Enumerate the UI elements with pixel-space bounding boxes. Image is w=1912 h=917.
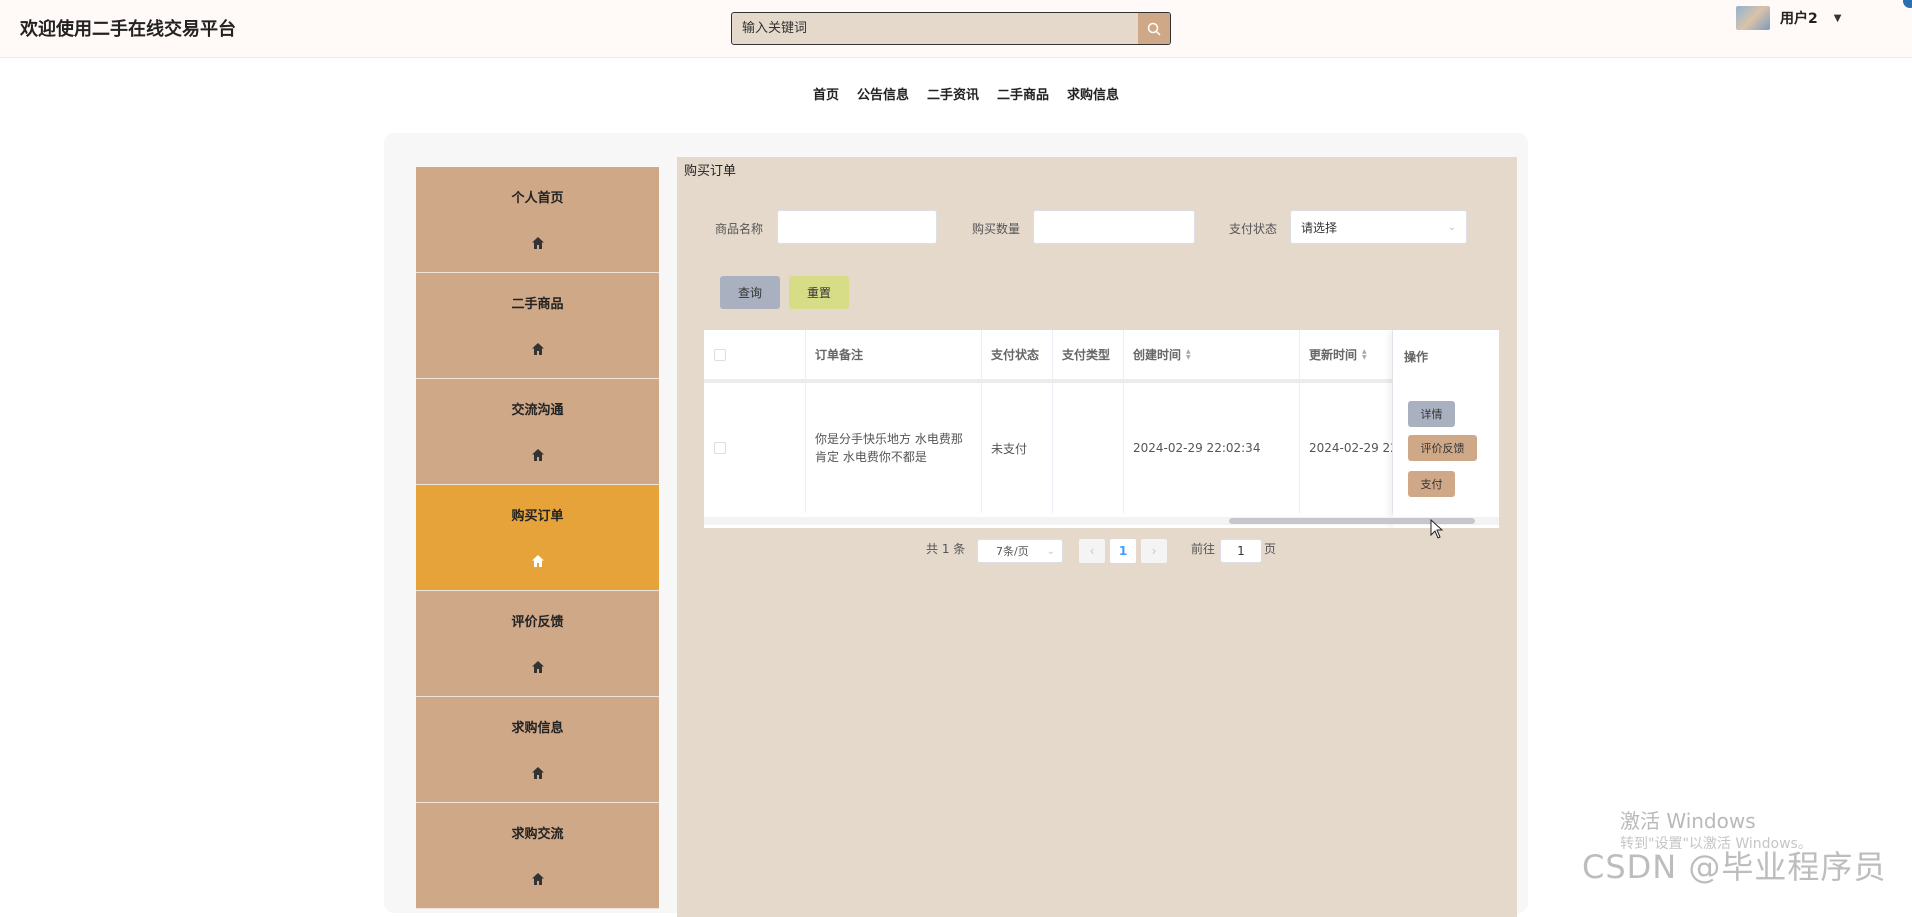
- blank-cell: [754, 383, 806, 513]
- table-row: 你是分手快乐地方 水电费那肯定 水电费你不都是 未支付 2024-02-29 2…: [704, 383, 1499, 513]
- pagination-total: 共 1 条: [926, 542, 966, 556]
- avatar[interactable]: [1736, 6, 1770, 30]
- search-icon: [1147, 22, 1161, 36]
- user-name[interactable]: 用户2: [1780, 8, 1818, 28]
- search-input[interactable]: [732, 13, 1140, 44]
- reset-button[interactable]: 重置: [789, 276, 849, 309]
- home-icon: [531, 237, 544, 249]
- col-created-label: 创建时间: [1133, 348, 1182, 362]
- nav-home[interactable]: 首页: [813, 84, 839, 103]
- cell-pay-type: [1053, 383, 1124, 513]
- sidebar-item-label: 求购信息: [511, 721, 564, 736]
- orders-table: 订单备注 支付状态 支付类型 创建时间 ▲ ▼ 更新时间 ▲ ▼ 你是分手快乐地方 …: [704, 330, 1499, 528]
- pay-button[interactable]: 支付: [1408, 471, 1455, 497]
- sidebar-item-label: 求购交流: [511, 827, 564, 842]
- sidebar: 个人首页 二手商品 交流沟通 购买订单 评价反馈 求购信息 求购交流: [416, 167, 659, 909]
- home-icon: [531, 449, 544, 461]
- sidebar-item-feedback[interactable]: 评价反馈: [416, 591, 659, 697]
- pay-status-label: 支付状态: [1229, 222, 1278, 236]
- site-title: 欢迎使用二手在线交易平台: [20, 19, 236, 40]
- nav-goods[interactable]: 二手商品: [997, 84, 1049, 103]
- sort-icon[interactable]: ▲ ▼: [1186, 348, 1191, 361]
- page-suffix: 页: [1264, 542, 1277, 556]
- pay-status-value: 请选择: [1301, 220, 1338, 235]
- table-header-row: 订单备注 支付状态 支付类型 创建时间 ▲ ▼ 更新时间 ▲ ▼: [704, 330, 1499, 383]
- sidebar-item-communication[interactable]: 交流沟通: [416, 379, 659, 485]
- product-name-input[interactable]: [777, 210, 937, 244]
- home-icon: [531, 343, 544, 355]
- col-note: 订单备注: [806, 330, 982, 379]
- sidebar-item-purchase-orders[interactable]: 购买订单: [416, 485, 659, 591]
- sidebar-item-label: 个人首页: [511, 191, 564, 206]
- sidebar-item-second-hand-goods[interactable]: 二手商品: [416, 273, 659, 379]
- blank-header-cell: [754, 330, 806, 379]
- product-name-label: 商品名称: [715, 222, 764, 236]
- home-icon: [531, 873, 544, 885]
- cell-note: 你是分手快乐地方 水电费那肯定 水电费你不都是: [806, 383, 982, 513]
- sidebar-item-wanted-chat[interactable]: 求购交流: [416, 803, 659, 909]
- col-pay-status: 支付状态: [982, 330, 1053, 379]
- mouse-cursor-icon: [1430, 519, 1444, 539]
- goto-page-input[interactable]: 1: [1220, 539, 1262, 563]
- content-panel: 购买订单 商品名称 购买数量 支付状态 请选择 ⌄ 查询 重置 订单备注 支付状…: [677, 157, 1517, 917]
- corner-indicator: [1903, 0, 1912, 8]
- horizontal-scrollbar[interactable]: [704, 517, 1499, 525]
- home-icon: [531, 767, 544, 779]
- cell-pay-status: 未支付: [982, 383, 1053, 513]
- sidebar-item-label: 购买订单: [511, 509, 564, 524]
- col-updated-label: 更新时间: [1309, 348, 1358, 362]
- sidebar-item-profile-home[interactable]: 个人首页: [416, 167, 659, 273]
- nav-wanted[interactable]: 求购信息: [1067, 84, 1119, 103]
- next-page-button[interactable]: ›: [1141, 539, 1167, 563]
- quantity-label: 购买数量: [972, 222, 1021, 236]
- windows-activation-title: 激活 Windows: [1620, 809, 1756, 833]
- col-pay-type: 支付类型: [1053, 330, 1124, 379]
- chevron-down-icon: ⌄: [1046, 545, 1055, 557]
- nav-news[interactable]: 二手资讯: [927, 84, 979, 103]
- pay-status-select[interactable]: 请选择 ⌄: [1290, 210, 1467, 244]
- goto-label: 前往: [1191, 542, 1216, 556]
- page-size-value: 7条/页: [996, 545, 1029, 558]
- prev-page-button[interactable]: ‹: [1079, 539, 1105, 563]
- search-box: [731, 12, 1171, 45]
- col-created-time[interactable]: 创建时间 ▲ ▼: [1124, 330, 1300, 379]
- main-nav: 首页 公告信息 二手资讯 二手商品 求购信息: [0, 84, 1912, 103]
- select-all-checkbox[interactable]: [714, 348, 726, 361]
- cell-updated-time: 2024-02-29 22: [1300, 383, 1393, 513]
- row-select-cell: [704, 383, 754, 513]
- page-size-select[interactable]: 7条/页 ⌄: [977, 539, 1063, 563]
- sidebar-item-wanted-info[interactable]: 求购信息: [416, 697, 659, 803]
- caret-down-icon[interactable]: ▼: [1834, 13, 1842, 24]
- detail-button[interactable]: 详情: [1408, 401, 1455, 427]
- query-button[interactable]: 查询: [720, 276, 780, 309]
- quantity-input[interactable]: [1033, 210, 1195, 244]
- search-button[interactable]: [1138, 13, 1170, 44]
- sidebar-item-label: 二手商品: [511, 297, 564, 312]
- top-bar: 欢迎使用二手在线交易平台 用户2 ▼: [0, 0, 1912, 58]
- home-icon: [531, 661, 544, 673]
- select-all-cell: [704, 330, 754, 379]
- user-menu[interactable]: 用户2 ▼: [1736, 4, 1841, 32]
- col-updated-time[interactable]: 更新时间 ▲ ▼: [1300, 330, 1393, 379]
- cell-created-time: 2024-02-29 22:02:34: [1124, 383, 1300, 513]
- actions-column: 操作 详情 评价反馈 支付: [1393, 330, 1499, 528]
- panel-title: 购买订单: [684, 164, 737, 179]
- feedback-button[interactable]: 评价反馈: [1408, 435, 1477, 461]
- sidebar-item-label: 评价反馈: [511, 615, 564, 630]
- chevron-down-icon: ⌄: [1447, 221, 1456, 233]
- home-icon: [531, 555, 544, 567]
- col-actions: 操作: [1404, 350, 1429, 364]
- nav-notices[interactable]: 公告信息: [857, 84, 909, 103]
- page-number-button[interactable]: 1: [1110, 539, 1136, 563]
- row-checkbox[interactable]: [714, 442, 726, 454]
- sidebar-item-label: 交流沟通: [511, 403, 564, 418]
- csdn-watermark: CSDN @毕业程序员: [1582, 848, 1887, 886]
- sort-icon[interactable]: ▲ ▼: [1362, 348, 1367, 361]
